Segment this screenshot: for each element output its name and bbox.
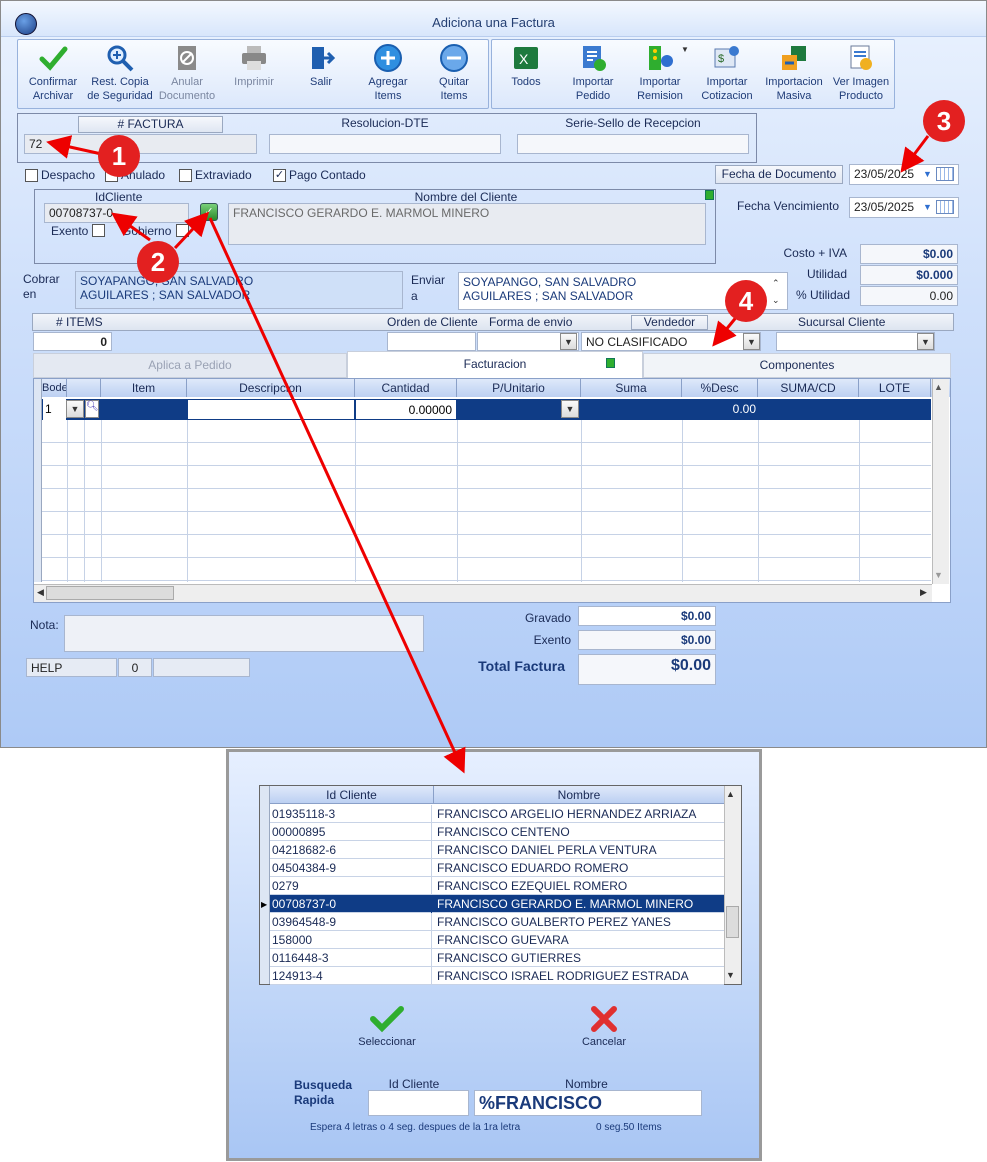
annotation-badge-1: 1 [98,135,140,177]
annotation-badge-3: 3 [923,100,965,142]
annotation-arrow-3 [900,135,930,173]
annotation-arrow-2a [111,212,151,242]
annotation-arrow-2c [208,217,466,774]
annotation-arrow-2b [173,211,210,250]
annotation-badge-4: 4 [725,280,767,322]
annotation-badge-2: 2 [137,241,179,283]
annotation-overlay [46,135,930,774]
